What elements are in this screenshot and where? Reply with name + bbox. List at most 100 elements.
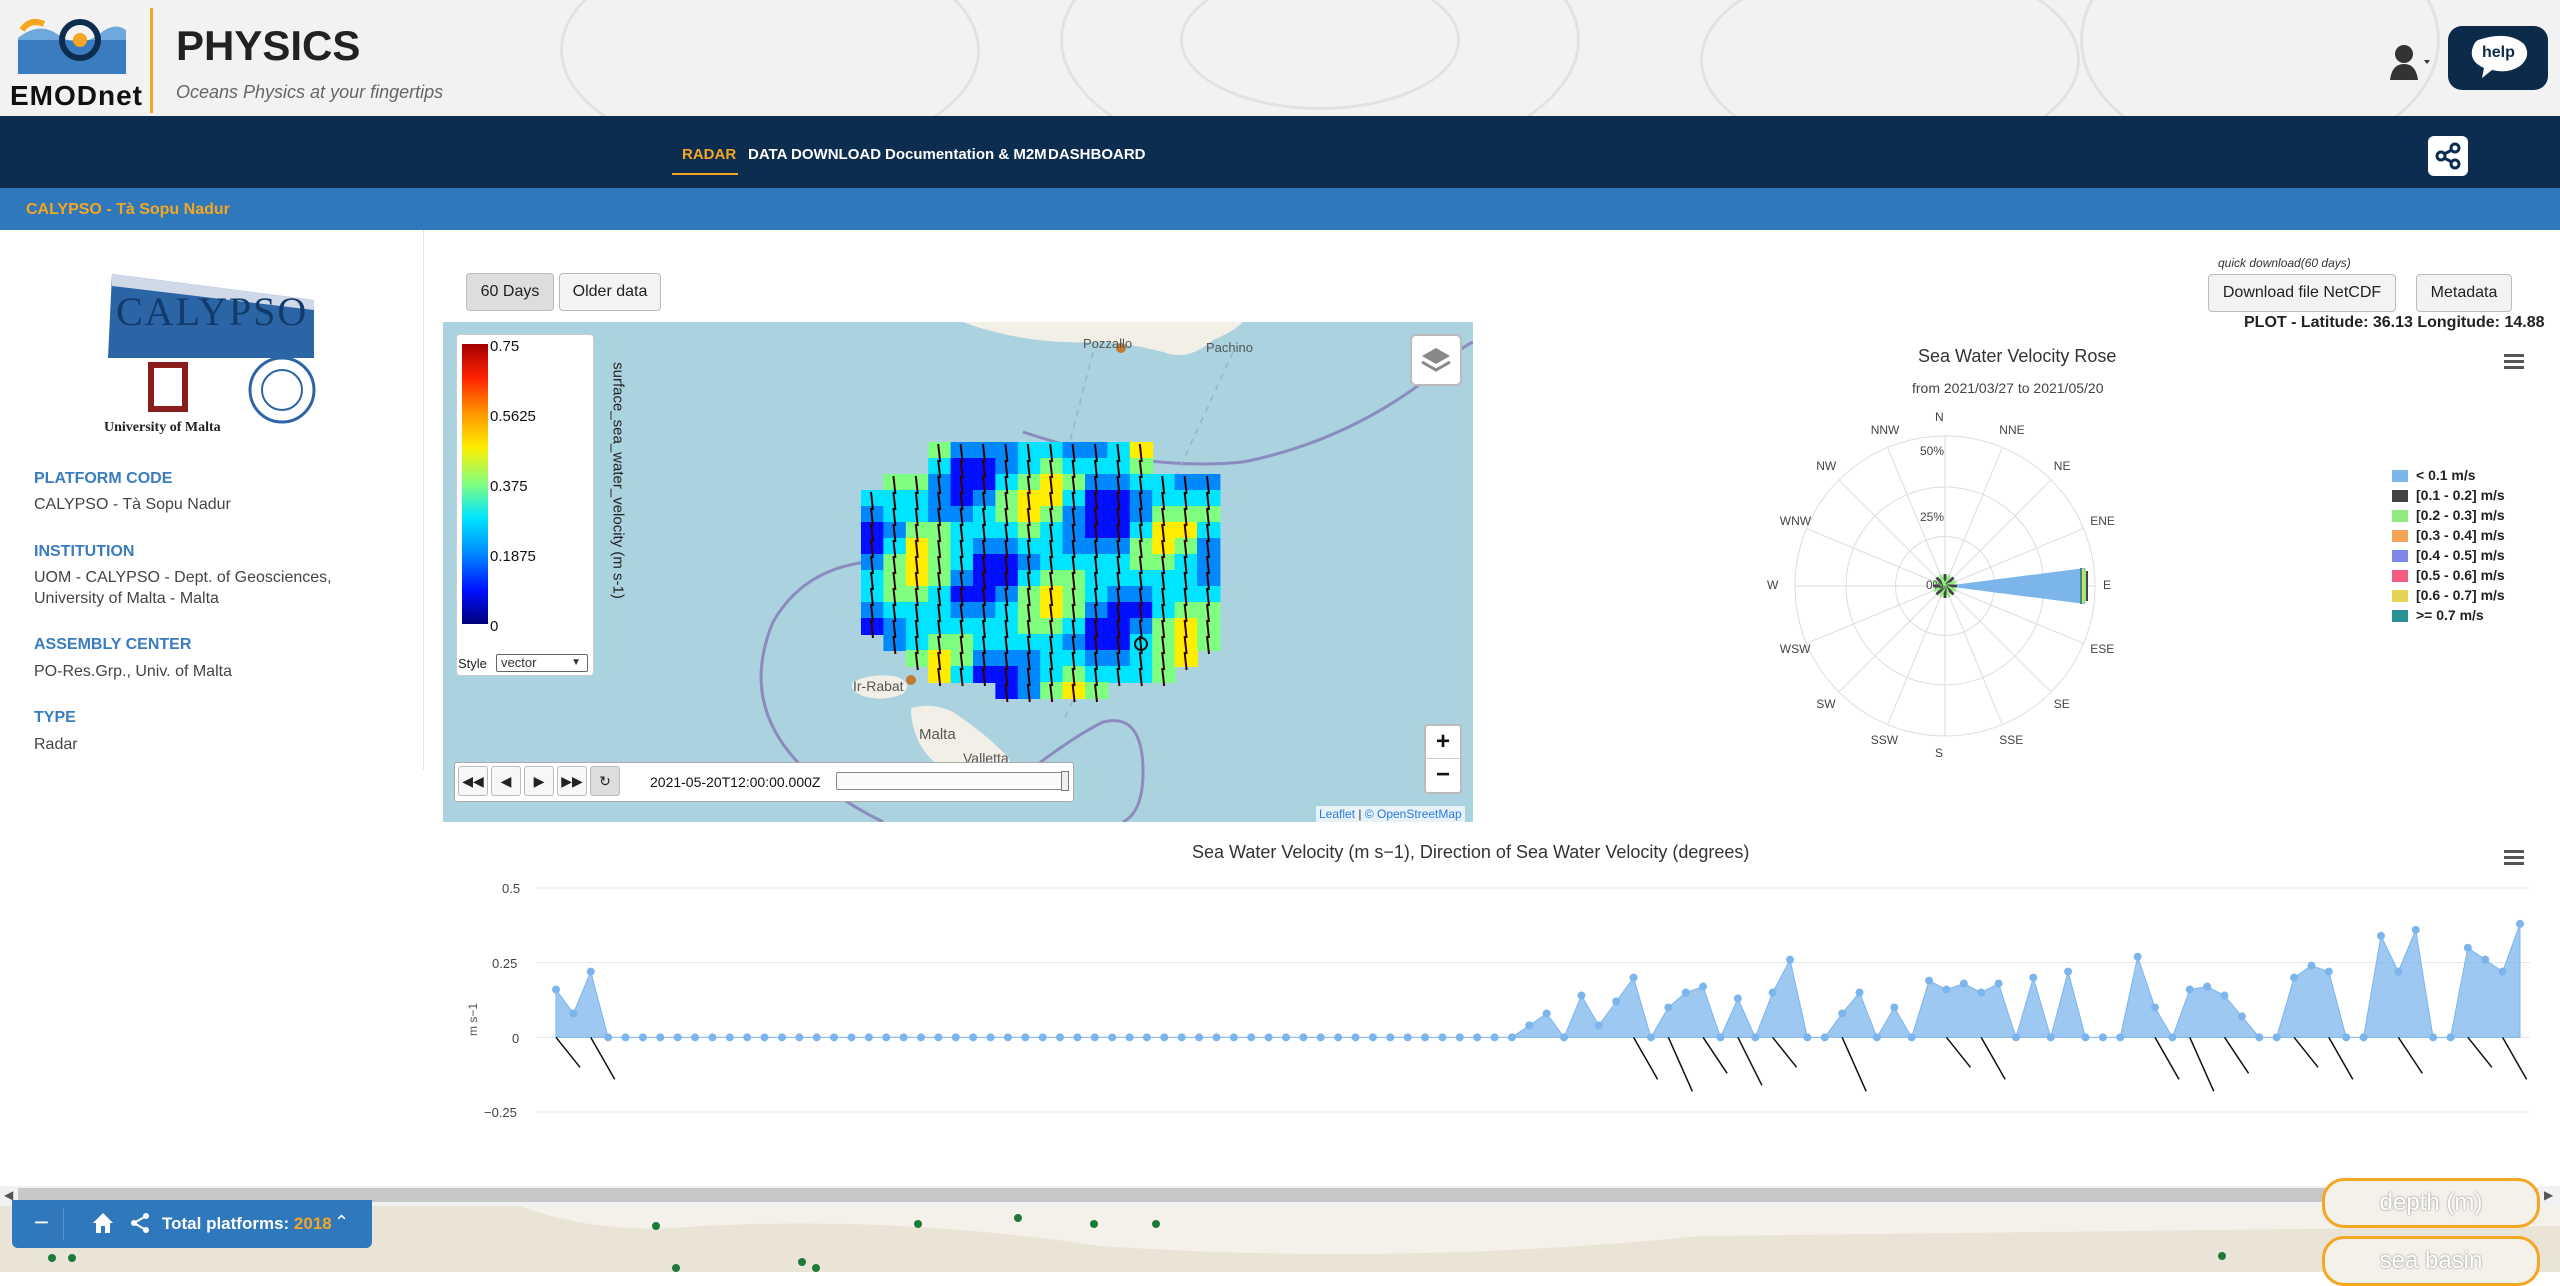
help-button[interactable]: help	[2448, 26, 2548, 90]
rose-legend-swatch[interactable]	[2392, 550, 2408, 562]
rose-legend-label[interactable]: [0.1 - 0.2] m/s	[2416, 487, 2505, 503]
rose-legend-label[interactable]: [0.5 - 0.6] m/s	[2416, 567, 2505, 583]
university-name: University of Malta	[104, 420, 221, 435]
velocity-point	[2359, 1033, 2368, 1042]
logo-divider	[150, 8, 153, 113]
share-button[interactable]	[2428, 136, 2468, 176]
scrollbar-thumb[interactable]	[18, 1188, 2538, 1202]
rose-legend-swatch[interactable]	[2392, 570, 2408, 582]
velocity-point	[1160, 1033, 1169, 1042]
rose-legend-swatch[interactable]	[2392, 470, 2408, 482]
sea-basin-filter-button[interactable]: sea basin	[2322, 1236, 2540, 1286]
velocity-point	[1733, 994, 1742, 1003]
prev-frame-button[interactable]: ◀	[491, 766, 521, 796]
chevron-up-icon[interactable]: ⌃	[334, 1212, 349, 1233]
quick-download-label: quick download(60 days)	[2218, 256, 2351, 270]
nav-data-download[interactable]: DATA DOWNLOAD	[748, 146, 881, 163]
user-menu-icon[interactable]	[2388, 42, 2432, 82]
velocity-point	[1594, 1021, 1603, 1030]
rose-legend-label[interactable]: [0.2 - 0.3] m/s	[2416, 507, 2505, 523]
velocity-point	[1890, 1003, 1899, 1012]
velocity-point	[638, 1033, 647, 1042]
osm-link[interactable]: © OpenStreetMap	[1365, 807, 1462, 821]
rose-spoke	[1806, 528, 1946, 587]
depth-filter-button[interactable]: depth (m)	[2322, 1178, 2540, 1228]
zoom-out-button[interactable]: −	[1426, 759, 1460, 792]
velocity-point	[2133, 952, 2142, 961]
direction-arrow	[1737, 1036, 1763, 1086]
rose-dir-ssw: SSW	[1870, 733, 1899, 748]
older-data-button[interactable]: Older data	[559, 273, 661, 311]
rose-spoke	[1838, 585, 1946, 693]
rose-legend-swatch[interactable]	[2392, 610, 2408, 622]
rose-legend-label[interactable]: >= 0.7 m/s	[2416, 607, 2484, 623]
rose-legend-swatch[interactable]	[2392, 590, 2408, 602]
timeseries-menu-icon[interactable]	[2504, 850, 2524, 866]
time-slider-handle[interactable]	[1061, 771, 1069, 791]
velocity-point	[1560, 1033, 1569, 1042]
rose-menu-icon[interactable]	[2504, 354, 2524, 370]
rose-legend-label[interactable]: [0.4 - 0.5] m/s	[2416, 547, 2505, 563]
direction-arrow	[2397, 1036, 2423, 1074]
loop-button[interactable]: ↻	[590, 766, 620, 796]
rose-dir-se: SE	[2053, 696, 2070, 711]
velocity-point	[621, 1033, 630, 1042]
rose-legend-swatch[interactable]	[2392, 490, 2408, 502]
rose-spoke	[1944, 585, 2052, 693]
velocity-point	[1125, 1033, 1134, 1042]
velocity-point	[2498, 967, 2507, 976]
share-icon	[2435, 142, 2461, 170]
emodnet-logo[interactable]: EMODnet	[10, 10, 150, 111]
velocity-point	[1855, 988, 1864, 997]
velocity-point	[2429, 1033, 2438, 1042]
rose-radial-50: 50%	[1920, 444, 1945, 458]
velocity-point	[864, 1033, 873, 1042]
calypso-logo: CALYPSO University of Malta	[104, 270, 324, 442]
colorbar-title: surface_sea_water_velocity (m s-1)	[609, 362, 627, 599]
rose-legend-label[interactable]: [0.6 - 0.7] m/s	[2416, 587, 2505, 603]
nav-radar[interactable]: RADAR	[682, 146, 736, 163]
download-netcdf-button[interactable]: Download file NetCDF	[2208, 274, 2396, 312]
colorbar-tick-4: 0.1875	[490, 548, 536, 565]
velocity-point	[1351, 1033, 1360, 1042]
metadata-button[interactable]: Metadata	[2416, 274, 2512, 312]
zoom-in-button[interactable]: +	[1426, 726, 1460, 759]
total-platforms-label: Total platforms:	[162, 1214, 290, 1233]
collapse-icon[interactable]: −	[20, 1208, 64, 1240]
rose-legend-swatch[interactable]	[2392, 510, 2408, 522]
velocity-point	[1299, 1033, 1308, 1042]
ytick-0: 0	[512, 1031, 520, 1046]
rose-legend-label[interactable]: [0.3 - 0.4] m/s	[2416, 527, 2505, 543]
velocity-point	[1646, 1033, 1655, 1042]
platform-code-value: CALYPSO - Tà Sopu Nadur	[34, 496, 231, 513]
colorbar-tick-min: 0	[490, 618, 499, 635]
home-icon[interactable]	[90, 1210, 116, 1241]
direction-arrow	[2501, 1036, 2528, 1080]
velocity-point	[1386, 1033, 1395, 1042]
plot-location: PLOT - Latitude: 36.13 Longitude: 14.88	[2244, 314, 2545, 331]
velocity-point	[934, 1033, 943, 1042]
play-button[interactable]: ▶	[524, 766, 554, 796]
leaflet-link[interactable]: Leaflet	[1319, 807, 1355, 821]
nav-dashboard[interactable]: DASHBOARD	[1048, 146, 1146, 163]
radar-map[interactable]: Pozzallo Pachino Ir-Rabat Malta Valletta	[443, 322, 1473, 822]
share-small-icon[interactable]	[128, 1210, 152, 1241]
style-select[interactable]: vector ▼	[496, 654, 588, 672]
first-frame-button[interactable]: ◀◀	[458, 766, 488, 796]
rose-legend-swatch[interactable]	[2392, 530, 2408, 542]
velocity-point	[2255, 1033, 2264, 1042]
60-days-button[interactable]: 60 Days	[466, 273, 554, 311]
velocity-point	[1003, 1033, 1012, 1042]
last-frame-button[interactable]: ▶▶	[557, 766, 587, 796]
layers-button[interactable]	[1410, 334, 1462, 386]
scroll-right-icon[interactable]: ▶	[2544, 1188, 2553, 1202]
nav-documentation[interactable]: Documentation & M2M	[885, 146, 1047, 163]
velocity-point	[1438, 1033, 1447, 1042]
rose-legend-label[interactable]: < 0.1 m/s	[2416, 467, 2476, 483]
colorbar-tick-3: 0.375	[490, 478, 528, 495]
time-slider[interactable]	[836, 771, 1069, 791]
overview-map[interactable]	[0, 1206, 2560, 1272]
velocity-point	[1421, 1033, 1430, 1042]
velocity-point	[812, 1033, 821, 1042]
current-time: 2021-05-20T12:00:00.000Z	[650, 774, 821, 790]
